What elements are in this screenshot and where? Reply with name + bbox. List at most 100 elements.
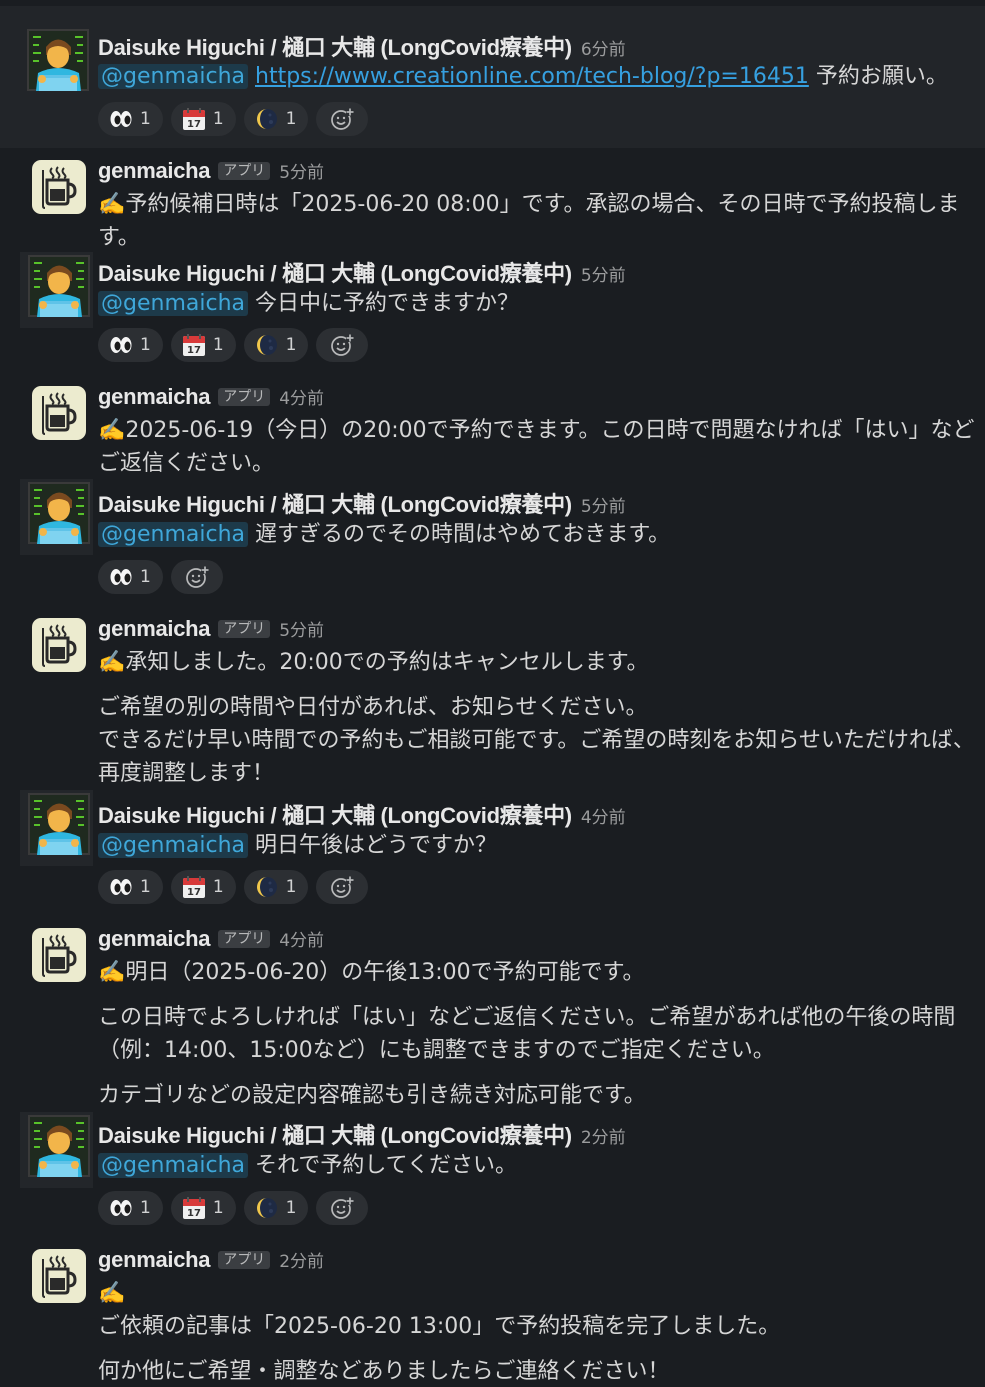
timestamp[interactable]: 5分前 — [581, 261, 626, 286]
message-item[interactable]: genmaicha アプリ 4分前 ✍️2025-06-19（今日）の20:00… — [0, 376, 985, 476]
sender-name[interactable]: Daisuke Higuchi / 樋口 大輔 (LongCovid療養中) — [98, 1118, 572, 1150]
reaction-eyes[interactable]: 1 — [98, 1191, 163, 1225]
timestamp[interactable]: 2分前 — [581, 1123, 626, 1148]
user-avatar[interactable] — [27, 29, 89, 91]
bot-avatar[interactable] — [32, 618, 86, 672]
calendar-icon — [182, 333, 206, 357]
sender-name[interactable]: genmaicha — [98, 158, 211, 184]
moon-icon — [255, 107, 279, 131]
message-header: genmaicha アプリ 5分前 — [98, 158, 324, 186]
mention[interactable]: @genmaicha — [98, 1153, 248, 1178]
message-body: 明日午後はどうですか？ — [255, 833, 498, 858]
reaction-moon[interactable]: 1 — [243, 870, 309, 904]
reaction-count: 1 — [212, 877, 224, 897]
user-avatar[interactable] — [28, 1115, 90, 1177]
sender-name[interactable]: genmaicha — [98, 616, 211, 642]
reaction-count: 1 — [285, 335, 297, 355]
add-reaction-button[interactable] — [316, 870, 369, 904]
message-item[interactable]: Daisuke Higuchi / 樋口 大輔 (LongCovid療養中) 5… — [0, 477, 985, 602]
bot-avatar[interactable] — [32, 386, 86, 440]
mention[interactable]: @genmaicha — [98, 64, 248, 89]
message-text: @genmaicha 今日中に予約できますか？ — [98, 287, 981, 320]
user-avatar[interactable] — [28, 482, 90, 544]
timestamp[interactable]: 6分前 — [581, 35, 626, 60]
message-item[interactable]: Daisuke Higuchi / 樋口 大輔 (LongCovid療養中) 5… — [0, 250, 985, 370]
message-item[interactable]: Daisuke Higuchi / 樋口 大輔 (LongCovid療養中) 4… — [0, 788, 985, 913]
add-reaction-button[interactable] — [316, 328, 369, 362]
sender-name[interactable]: Daisuke Higuchi / 樋口 大輔 (LongCovid療養中) — [98, 487, 572, 519]
eyes-icon — [109, 333, 133, 357]
reaction-calendar[interactable]: 1 — [170, 1191, 236, 1225]
reaction-count: 1 — [140, 877, 151, 897]
sender-name[interactable]: genmaicha — [98, 1247, 211, 1273]
message-text: できるだけ早い時間での予約もご相談可能です。ご希望の時刻をお知らせいただければ、 — [98, 728, 975, 753]
message-text: ご依頼の記事は「2025-06-20 13:00」で予約投稿を完了しました。 — [98, 1314, 781, 1339]
reaction-eyes[interactable]: 1 — [98, 328, 163, 362]
mention[interactable]: @genmaicha — [98, 833, 248, 858]
reaction-bar: 1 1 1 — [98, 1191, 369, 1225]
reaction-count: 1 — [285, 109, 297, 129]
add-reaction-button[interactable] — [170, 560, 223, 594]
timestamp[interactable]: 5分前 — [581, 492, 626, 517]
timestamp[interactable]: 4分前 — [279, 926, 324, 951]
reaction-moon[interactable]: 1 — [243, 328, 309, 362]
sender-name[interactable]: genmaicha — [98, 384, 211, 410]
sender-name[interactable]: Daisuke Higuchi / 樋口 大輔 (LongCovid療養中) — [98, 256, 572, 288]
reaction-moon[interactable]: 1 — [243, 102, 309, 136]
message-item[interactable]: Daisuke Higuchi / 樋口 大輔 (LongCovid療養中) 6… — [0, 6, 985, 148]
message-text: @genmaicha 明日午後はどうですか？ — [98, 829, 981, 862]
timestamp[interactable]: 2分前 — [279, 1247, 324, 1272]
message-text: ✍️明日（2025-06-20）の午後13:00で予約可能です。 — [98, 960, 645, 985]
add-reaction-button[interactable] — [316, 1191, 369, 1225]
reaction-calendar[interactable]: 1 — [170, 870, 236, 904]
mention[interactable]: @genmaicha — [98, 291, 248, 316]
message-body: 予約お願い。 — [815, 64, 948, 89]
user-avatar[interactable] — [28, 255, 90, 317]
message-item[interactable]: genmaicha アプリ 5分前 ✍️承知しました。20:00での予約はキャン… — [0, 608, 985, 793]
reaction-calendar[interactable]: 1 — [170, 328, 236, 362]
moon-icon — [255, 1196, 279, 1220]
message-text: ✍️2025-06-19（今日）の20:00で予約できます。この日時で問題なけれ… — [98, 418, 975, 443]
eyes-icon — [109, 565, 133, 589]
avatar-frame — [20, 1112, 93, 1188]
reaction-count: 1 — [285, 1198, 297, 1218]
timestamp[interactable]: 5分前 — [279, 158, 324, 183]
timestamp[interactable]: 4分前 — [581, 803, 626, 828]
bot-avatar[interactable] — [32, 160, 86, 214]
reaction-eyes[interactable]: 1 — [98, 870, 163, 904]
reaction-bar: 1 1 1 — [98, 870, 369, 904]
message-text: ✍️ — [98, 1281, 126, 1306]
mention[interactable]: @genmaicha — [98, 522, 248, 547]
timestamp[interactable]: 5分前 — [279, 616, 324, 641]
message-item[interactable]: Daisuke Higuchi / 樋口 大輔 (LongCovid療養中) 2… — [0, 1108, 985, 1238]
app-badge: アプリ — [218, 162, 271, 180]
message-header: Daisuke Higuchi / 樋口 大輔 (LongCovid療養中) 2… — [98, 1118, 626, 1148]
reaction-moon[interactable]: 1 — [243, 1191, 309, 1225]
eyes-icon — [109, 875, 133, 899]
message-body: 遅すぎるのでその時間はやめておきます。 — [255, 522, 671, 547]
reaction-eyes[interactable]: 1 — [98, 102, 163, 136]
message-item[interactable]: genmaicha アプリ 2分前 ✍️ ご依頼の記事は「2025-06-20 … — [0, 1239, 985, 1387]
reaction-count: 1 — [140, 567, 151, 587]
reaction-calendar[interactable]: 1 — [170, 102, 236, 136]
avatar-frame — [20, 790, 93, 866]
calendar-icon — [182, 875, 206, 899]
message-item[interactable]: genmaicha アプリ 5分前 ✍️予約候補日時は「2025-06-20 0… — [0, 150, 985, 250]
app-badge: アプリ — [218, 388, 271, 406]
sender-name[interactable]: genmaicha — [98, 926, 211, 952]
avatar-frame — [20, 479, 93, 555]
reaction-bar: 1 1 1 — [98, 328, 369, 362]
message-text: （例：14:00、15:00など）にも調整できますのでご指定ください。 — [98, 1038, 775, 1063]
bot-avatar[interactable] — [32, 928, 86, 982]
message-item[interactable]: genmaicha アプリ 4分前 ✍️明日（2025-06-20）の午後13:… — [0, 918, 985, 1113]
message-link[interactable]: https://www.creationline.com/tech-blog/?… — [255, 64, 809, 89]
user-avatar[interactable] — [28, 793, 90, 855]
calendar-icon — [182, 1196, 206, 1220]
timestamp[interactable]: 4分前 — [279, 384, 324, 409]
sender-name[interactable]: Daisuke Higuchi / 樋口 大輔 (LongCovid療養中) — [98, 30, 572, 62]
message-text: ご希望の別の時間や日付があれば、お知らせください。 — [98, 695, 648, 720]
sender-name[interactable]: Daisuke Higuchi / 樋口 大輔 (LongCovid療養中) — [98, 798, 572, 830]
bot-avatar[interactable] — [32, 1249, 86, 1303]
reaction-eyes[interactable]: 1 — [98, 560, 163, 594]
add-reaction-button[interactable] — [316, 102, 369, 136]
